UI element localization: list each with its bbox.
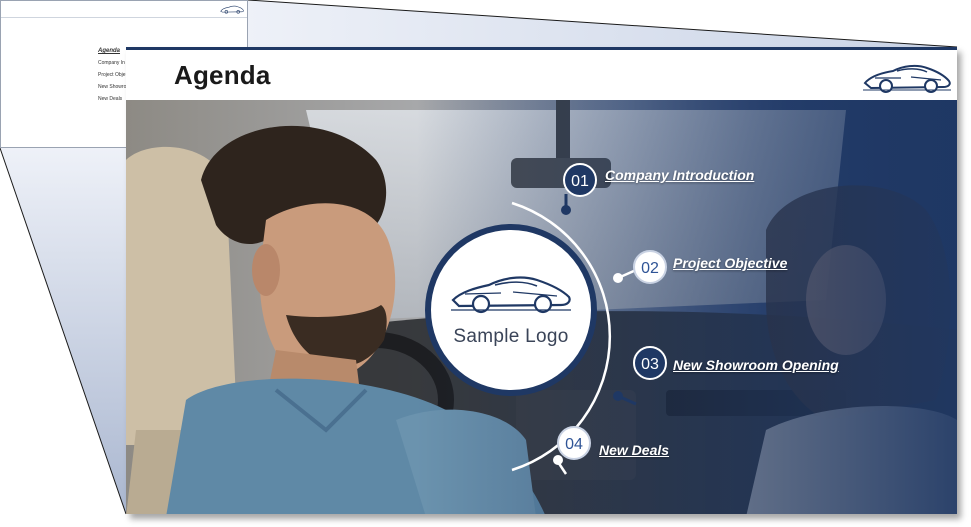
car-logo-icon	[451, 276, 571, 314]
thumbnail-title: Agenda	[98, 48, 121, 54]
slide-title: Agenda	[174, 60, 271, 90]
agenda-number-02: 02	[633, 250, 667, 284]
agenda-item-new-showroom-opening[interactable]: New Showroom Opening	[673, 357, 839, 373]
thumbnail-item: New Showro	[98, 84, 127, 90]
thumbnail-item: Project Obje	[98, 72, 126, 78]
thumbnail-item: Company In	[98, 60, 125, 66]
thumbnail-item: New Deals	[98, 96, 123, 102]
agenda-number-01: 01	[563, 163, 597, 197]
thumbnail-agenda-list: Agenda Company In Project Obje New Showr…	[98, 45, 126, 105]
agenda-number-04: 04	[557, 426, 591, 460]
agenda-slide: Agenda Sample Logo 01 Company Introducti…	[126, 47, 957, 514]
background-photo: Sample Logo 01 Company Introduction 02 P…	[126, 100, 957, 514]
agenda-item-project-objective[interactable]: Project Objective	[673, 255, 787, 271]
agenda-number-03: 03	[633, 346, 667, 380]
agenda-item-new-deals[interactable]: New Deals	[599, 442, 669, 458]
thumbnail-header	[1, 1, 247, 18]
thumbnail-car-logo-icon	[220, 5, 244, 14]
logo-text: Sample Logo	[453, 326, 569, 347]
agenda-item-company-introduction[interactable]: Company Introduction	[605, 167, 754, 183]
sample-logo-circle: Sample Logo	[425, 224, 597, 396]
car-logo-icon	[863, 64, 951, 93]
